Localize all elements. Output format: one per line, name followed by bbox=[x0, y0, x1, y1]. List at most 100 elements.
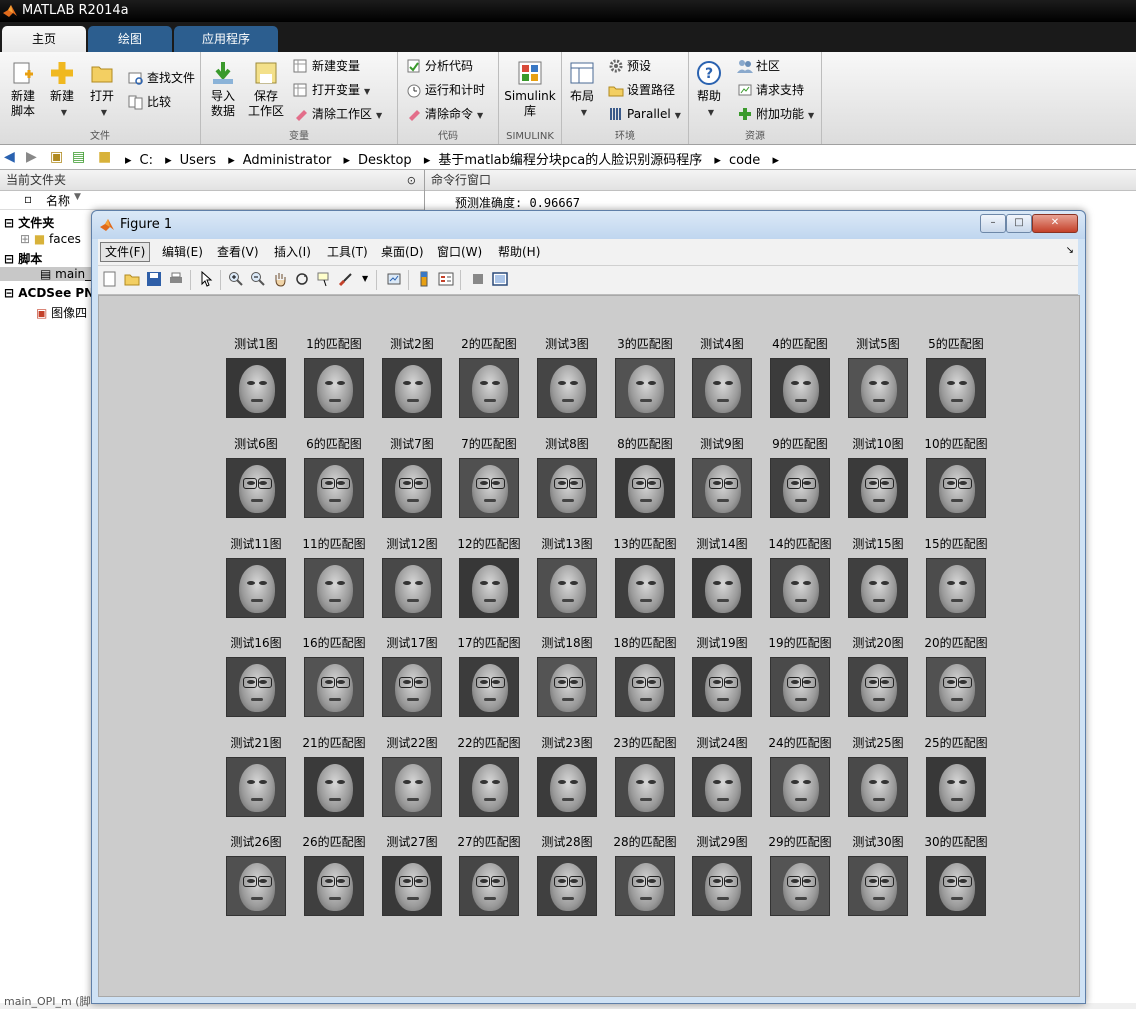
face-image bbox=[382, 856, 442, 916]
find-files-button[interactable]: 查找文件 bbox=[128, 68, 195, 88]
group-file: 新建 脚本 新建 ▼ 打开 ▼ 查找文件 比较 文件 bbox=[0, 52, 201, 144]
rotate-3d-icon[interactable] bbox=[294, 271, 310, 287]
data-cursor-icon[interactable] bbox=[316, 271, 332, 287]
browse-folder-icon[interactable]: ▤ bbox=[72, 149, 85, 165]
menu-view[interactable]: 查看(V) bbox=[213, 243, 263, 261]
community-button[interactable]: 社区 bbox=[737, 56, 780, 76]
new-figure-icon[interactable] bbox=[102, 271, 118, 287]
menu-help[interactable]: 帮助(H) bbox=[494, 243, 544, 261]
menu-desktop[interactable]: 桌面(D) bbox=[377, 243, 428, 261]
match-image-cell: 20的匹配图 bbox=[924, 635, 988, 717]
match-image-title: 23的匹配图 bbox=[613, 736, 677, 750]
maximize-button[interactable]: □ bbox=[1006, 214, 1032, 233]
compare-button[interactable]: 比较 bbox=[128, 92, 171, 112]
face-image bbox=[770, 757, 830, 817]
help-dropdown-icon[interactable]: ▼ bbox=[708, 105, 714, 120]
figure-title-bar[interactable]: Figure 1 – □ ✕ bbox=[92, 211, 1085, 239]
hide-plot-tools-icon[interactable] bbox=[470, 271, 486, 287]
colorbar-icon[interactable] bbox=[416, 271, 432, 287]
pan-hand-icon[interactable] bbox=[272, 271, 288, 287]
clear-commands-button[interactable]: 清除命令 ▼ bbox=[406, 104, 483, 124]
open-label: 打开 bbox=[89, 89, 114, 103]
group-header-scripts[interactable]: ⊟ 脚本 bbox=[4, 250, 42, 267]
link-plot-icon[interactable] bbox=[386, 271, 402, 287]
png-item[interactable]: ▣ 图像四 bbox=[36, 304, 87, 321]
name-column-header[interactable]: ▫ 名称 ▼ bbox=[0, 191, 424, 210]
crumb-users[interactable]: Users bbox=[180, 153, 216, 168]
zoom-in-icon[interactable] bbox=[228, 271, 244, 287]
analyze-code-button[interactable]: 分析代码 bbox=[406, 56, 473, 76]
layout-button[interactable]: 布局 ▼ bbox=[568, 60, 596, 120]
tab-plots[interactable]: 绘图 bbox=[88, 26, 172, 52]
folder-item-faces[interactable]: ⊞ ■ faces bbox=[20, 232, 81, 246]
crumb-drive[interactable]: C: bbox=[140, 153, 153, 168]
new-button[interactable]: 新建 ▼ bbox=[46, 60, 78, 120]
parallel-button[interactable]: Parallel ▼ bbox=[608, 104, 681, 124]
run-and-time-button[interactable]: 运行和计时 bbox=[406, 80, 485, 100]
new-variable-button[interactable]: 新建变量 bbox=[293, 56, 360, 76]
tab-apps[interactable]: 应用程序 bbox=[174, 26, 278, 52]
pointer-icon[interactable] bbox=[198, 271, 214, 287]
address-bar: ◀ ▶ ▣ ▤ ■ ▸ C: ▸ Users ▸ Administrator ▸ Des… bbox=[0, 145, 1136, 170]
menu-tools[interactable]: 工具(T) bbox=[323, 243, 372, 261]
set-path-button[interactable]: 设置路径 bbox=[608, 80, 675, 100]
open-dropdown-icon[interactable]: ▼ bbox=[101, 105, 107, 120]
preferences-button[interactable]: 预设 bbox=[608, 56, 651, 76]
back-arrow-icon[interactable]: ◀ bbox=[4, 149, 15, 165]
figure-canvas[interactable]: 测试1图 1的匹配图 测试2图 2的匹配图 测试3图 3的匹配图 测试4图 4的匹配图 测试5图… bbox=[98, 295, 1080, 997]
dock-arrow-icon[interactable]: ↘ bbox=[1066, 245, 1074, 256]
current-folder-header: 当前文件夹 ⊙ bbox=[0, 170, 424, 191]
crumb-project[interactable]: 基于matlab编程分块pca的人脸识别源码程序 bbox=[438, 153, 702, 168]
face-image bbox=[926, 757, 986, 817]
svg-text:?: ? bbox=[705, 66, 713, 82]
new-script-button[interactable]: 新建 脚本 bbox=[6, 60, 40, 119]
add-ons-dropdown-icon[interactable]: ▼ bbox=[808, 106, 814, 126]
up-folder-icon[interactable]: ▣ bbox=[50, 149, 63, 165]
open-file-icon[interactable] bbox=[124, 271, 140, 287]
zoom-out-icon[interactable] bbox=[250, 271, 266, 287]
save-label-2: 工作区 bbox=[247, 104, 284, 118]
show-plot-tools-icon[interactable] bbox=[492, 271, 508, 287]
face-image bbox=[848, 856, 908, 916]
menu-insert[interactable]: 插入(I) bbox=[270, 243, 315, 261]
add-ons-button[interactable]: 附加功能 ▼ bbox=[737, 104, 814, 124]
save-icon[interactable] bbox=[146, 271, 162, 287]
tab-home[interactable]: 主页 bbox=[2, 26, 86, 52]
match-image-title: 11的匹配图 bbox=[302, 537, 366, 551]
parallel-dropdown-icon[interactable]: ▼ bbox=[675, 106, 681, 126]
menu-window[interactable]: 窗口(W) bbox=[433, 243, 486, 261]
clear-workspace-dropdown-icon[interactable]: ▼ bbox=[376, 106, 382, 126]
match-image-title: 16的匹配图 bbox=[302, 636, 366, 650]
simulink-library-button[interactable]: Simulink 库 bbox=[503, 60, 557, 119]
panel-menu-icon[interactable]: ⊙ bbox=[407, 171, 416, 191]
layout-dropdown-icon[interactable]: ▼ bbox=[581, 105, 587, 120]
save-workspace-button[interactable]: 保存 工作区 bbox=[245, 60, 287, 119]
group-header-png[interactable]: ⊟ ACDSee PN bbox=[4, 286, 94, 300]
menu-edit[interactable]: 编辑(E) bbox=[158, 243, 207, 261]
new-script-label-1: 新建 bbox=[10, 89, 35, 103]
open-variable-button[interactable]: 打开变量 ▼ bbox=[293, 80, 370, 100]
group-header-folders[interactable]: ⊟ 文件夹 bbox=[4, 214, 54, 231]
crumb-administrator[interactable]: Administrator bbox=[243, 153, 332, 168]
clear-workspace-button[interactable]: 清除工作区 ▼ bbox=[293, 104, 382, 124]
print-icon[interactable] bbox=[168, 271, 184, 287]
legend-icon[interactable] bbox=[438, 271, 454, 287]
open-variable-dropdown-icon[interactable]: ▼ bbox=[364, 82, 370, 102]
clear-commands-dropdown-icon[interactable]: ▼ bbox=[477, 106, 483, 126]
request-support-button[interactable]: 请求支持 bbox=[737, 80, 804, 100]
match-image-cell: 9的匹配图 bbox=[770, 436, 830, 518]
forward-arrow-icon[interactable]: ▶ bbox=[26, 149, 37, 165]
simulink-label-1: Simulink bbox=[504, 89, 556, 103]
open-button[interactable]: 打开 ▼ bbox=[86, 60, 118, 120]
import-data-button[interactable]: 导入 数据 bbox=[207, 60, 239, 119]
minimize-button[interactable]: – bbox=[980, 214, 1006, 233]
face-image bbox=[537, 358, 597, 418]
help-button[interactable]: ? 帮助 ▼ bbox=[695, 60, 723, 120]
menu-file[interactable]: 文件(F) bbox=[100, 242, 151, 262]
brush-dropdown-icon[interactable]: ▼ bbox=[362, 274, 368, 283]
close-button[interactable]: ✕ bbox=[1032, 214, 1078, 233]
crumb-desktop[interactable]: Desktop bbox=[358, 153, 412, 168]
crumb-code[interactable]: code bbox=[729, 153, 760, 168]
new-dropdown-icon[interactable]: ▼ bbox=[61, 105, 67, 120]
brush-icon[interactable] bbox=[338, 271, 354, 287]
